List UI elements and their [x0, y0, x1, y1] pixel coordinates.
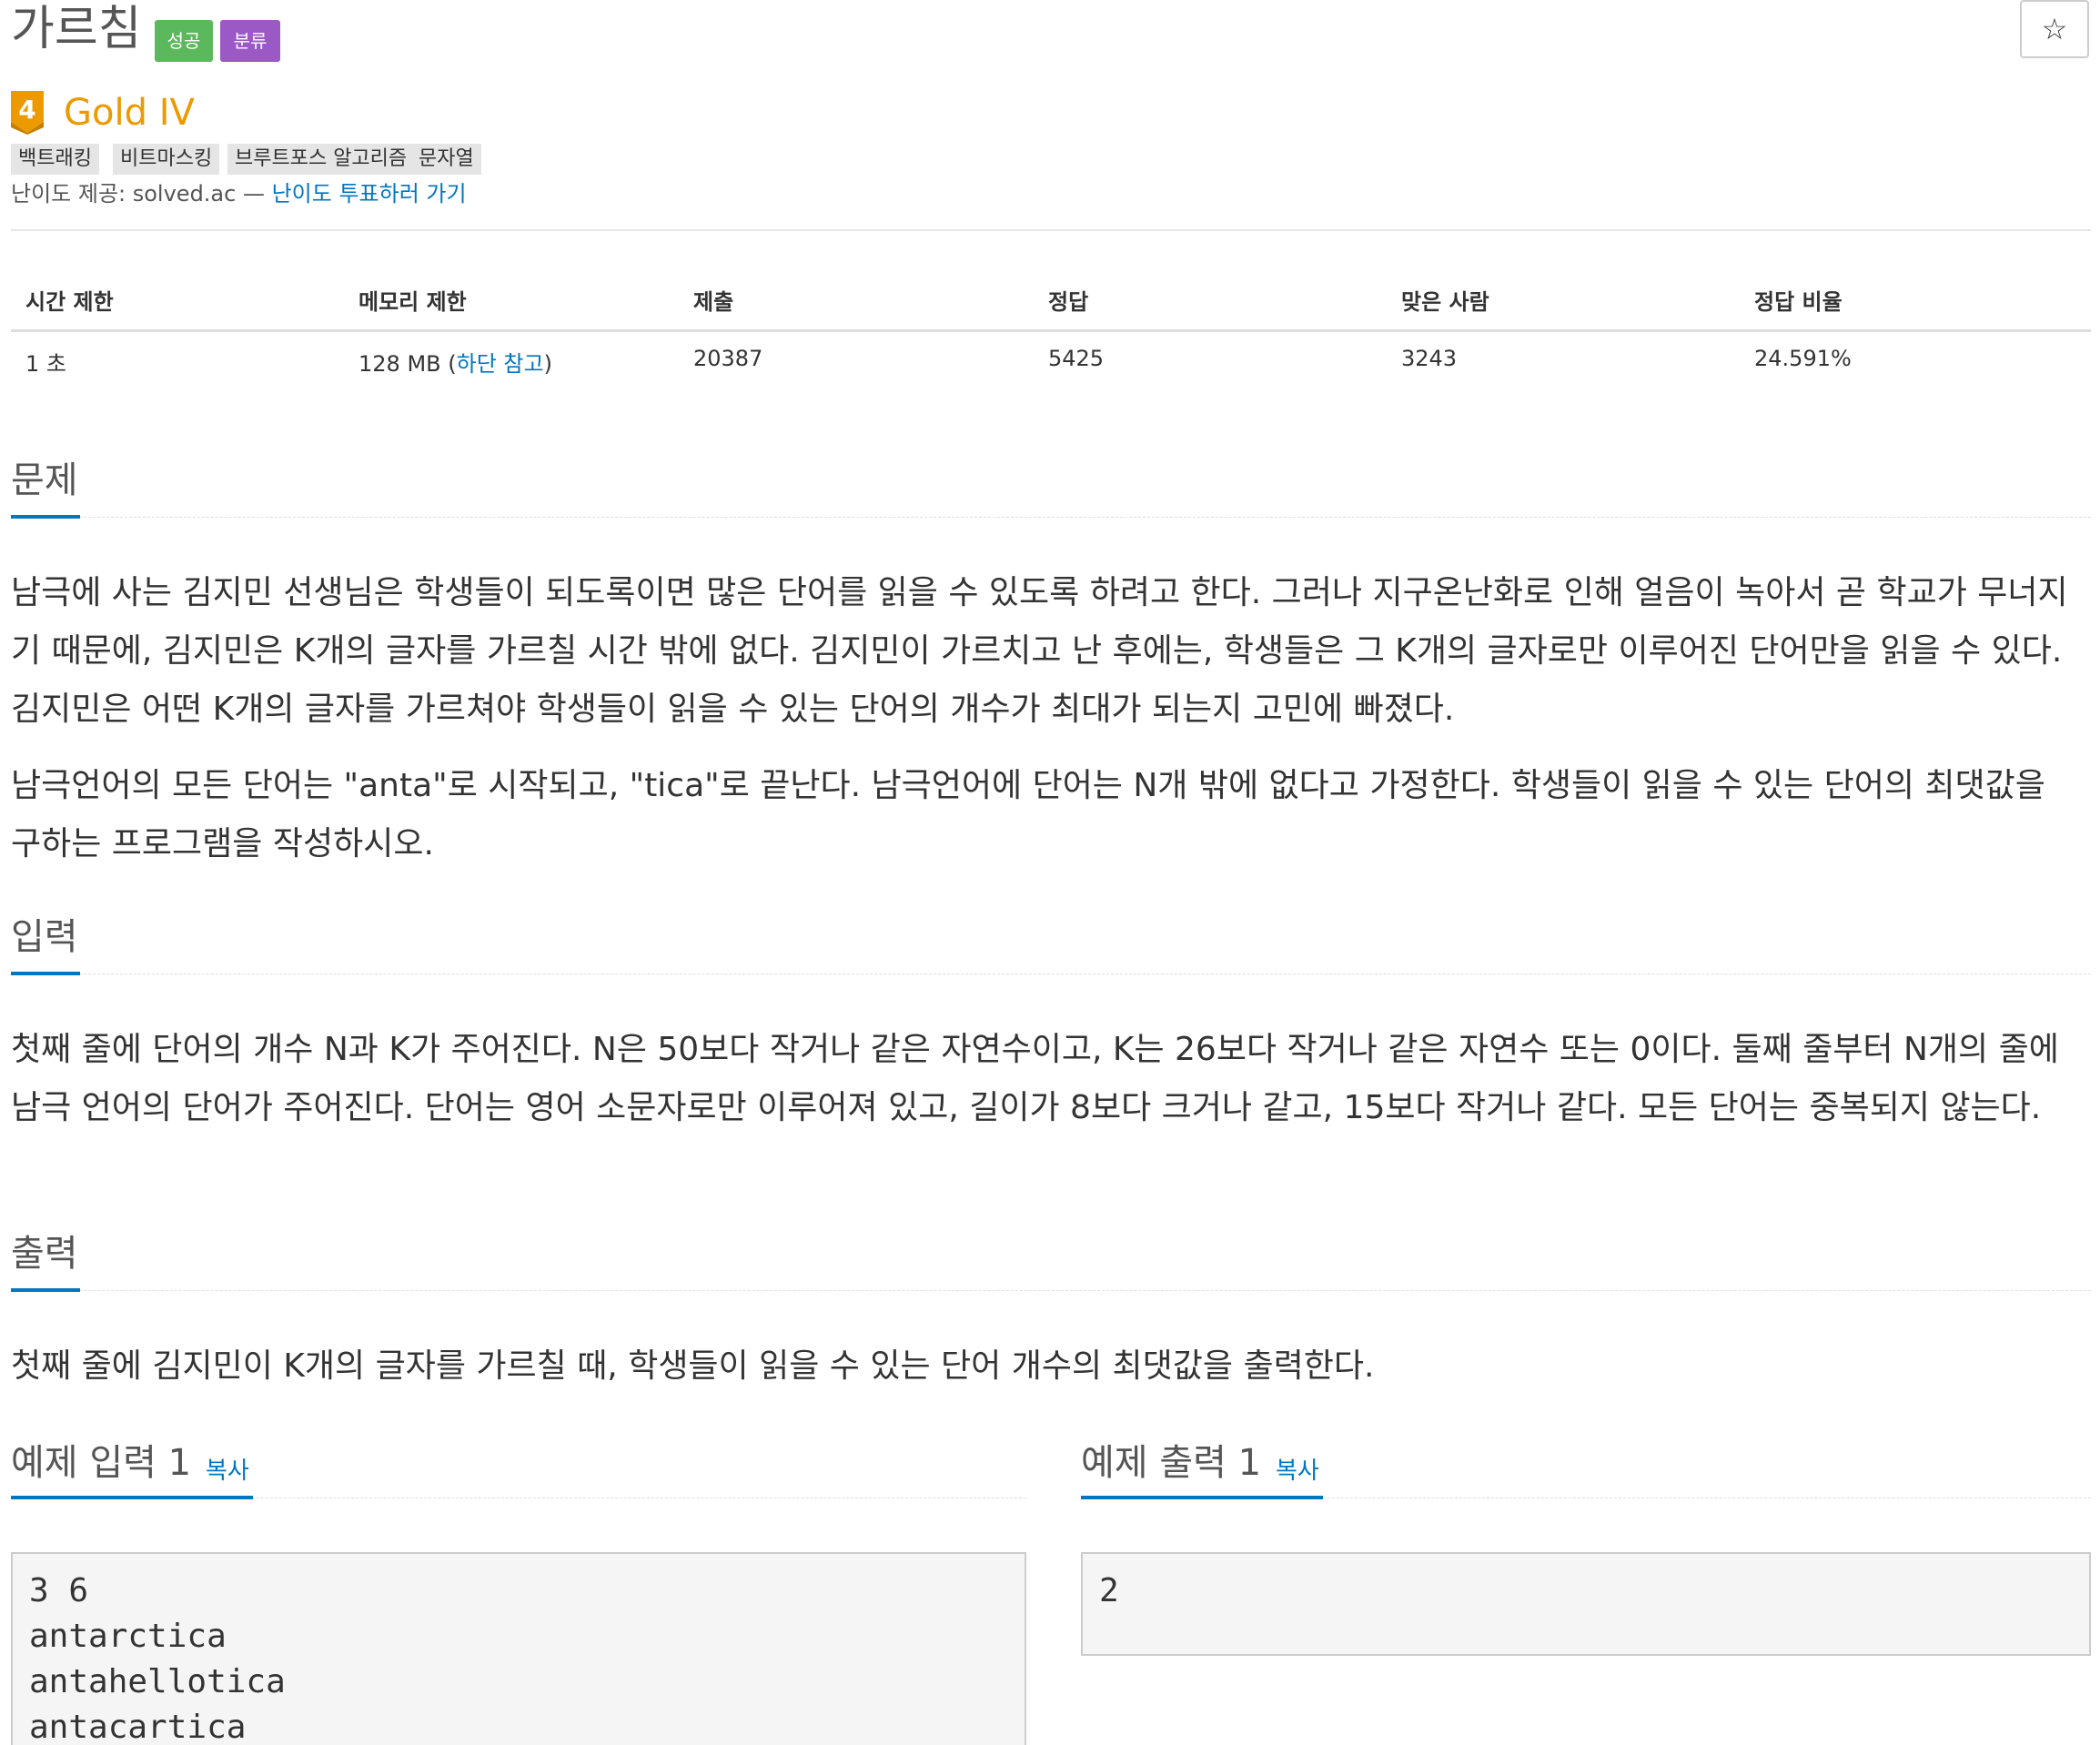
output-description: 첫째 줄에 김지민이 K개의 글자를 가르칠 때, 학생들이 읽을 수 있는 단…	[11, 1347, 1375, 1385]
problem-header: 가르침 성공 분류 ☆	[9, 0, 2091, 64]
memory-limit-suffix: )	[543, 351, 552, 377]
tag-string[interactable]: 문자열	[411, 144, 481, 175]
favorite-star-button[interactable]: ☆	[2020, 0, 2089, 58]
solvers-value: 3243	[1401, 346, 1458, 371]
sample-output-title: 예제 출력 1	[1081, 1442, 1262, 1484]
th-memory-limit: 메모리 제한	[358, 289, 467, 315]
description-section-header: 문제	[11, 455, 2091, 519]
sample-output-box[interactable]: 2	[1081, 1552, 2091, 1656]
input-description: 첫째 줄에 단어의 개수 N과 K가 주어진다. N은 50보다 작거나 같은 …	[11, 1031, 2059, 1126]
tag-bitmasking[interactable]: 비트마스킹	[113, 144, 220, 175]
tier-badge-number: 4	[18, 95, 35, 125]
description-divider	[11, 517, 2091, 518]
info-table-row: 1 초 128 MB (하단 참고) 20387 5425 3243 24.59…	[11, 333, 2091, 391]
description-title: 문제	[11, 459, 78, 501]
description-paragraph-1: 남극에 사는 김지민 선생님은 학생들이 되도록이면 많은 단어를 읽을 수 있…	[11, 574, 2068, 728]
th-ratio: 정답 비율	[1754, 289, 1843, 315]
category-label[interactable]: 분류	[220, 20, 280, 62]
sample-output-copy-button[interactable]: 복사	[1276, 1456, 1319, 1487]
memory-limit-text: 128 MB (	[358, 351, 457, 377]
problem-page: 가르침 성공 분류 ☆ 4 Gold IV 백트래킹 비트마스킹 브루트포스 알…	[0, 0, 2100, 1745]
accepted-value: 5425	[1048, 346, 1105, 371]
sample-output-underline	[1081, 1496, 1323, 1499]
sample-input-copy-button[interactable]: 복사	[206, 1456, 249, 1487]
output-underline	[11, 1288, 80, 1292]
sample-input-title: 예제 입력 1	[11, 1442, 192, 1484]
th-submissions: 제출	[693, 289, 734, 315]
tier-badge-icon: 4	[11, 91, 44, 135]
input-underline	[11, 972, 80, 975]
sample-input-header: 예제 입력 1 복사	[11, 1437, 1026, 1499]
header-divider	[11, 229, 2091, 231]
th-time-limit: 시간 제한	[25, 289, 114, 315]
input-divider	[11, 973, 2091, 974]
tag-backtracking[interactable]: 백트래킹	[11, 144, 99, 175]
problem-title: 가르침	[11, 2, 142, 56]
th-accepted: 정답	[1048, 289, 1089, 315]
tier-name: Gold IV	[64, 92, 195, 134]
memory-note-link[interactable]: 하단 참고	[457, 351, 544, 377]
time-limit-value: 1 초	[25, 351, 66, 377]
output-title: 출력	[11, 1233, 78, 1275]
input-title: 입력	[11, 916, 78, 958]
th-solvers: 맞은 사람	[1401, 289, 1489, 315]
submissions-value: 20387	[693, 346, 763, 371]
tag-bruteforce[interactable]: 브루트포스 알고리즘	[227, 144, 415, 175]
output-divider	[11, 1290, 2091, 1291]
difficulty-vote-link[interactable]: 난이도 투표하러 가기	[272, 181, 467, 207]
ratio-value: 24.591%	[1754, 346, 1852, 371]
sample-input-underline	[11, 1496, 253, 1499]
description-paragraph-2: 남극언어의 모든 단어는 "anta"로 시작되고, "tica"로 끝난다. …	[11, 767, 2045, 862]
difficulty-source-text: 난이도 제공: solved.ac —	[11, 181, 272, 207]
input-section-header: 입력	[11, 912, 2091, 975]
memory-limit-value: 128 MB (하단 참고)	[358, 346, 552, 378]
output-section-header: 출력	[11, 1228, 2091, 1292]
difficulty-source: 난이도 제공: solved.ac — 난이도 투표하러 가기	[11, 178, 467, 209]
info-table-header: 시간 제한 메모리 제한 제출 정답 맞은 사람 정답 비율	[11, 273, 2091, 332]
sample-output-header: 예제 출력 1 복사	[1081, 1437, 2091, 1499]
star-icon: ☆	[2041, 12, 2068, 46]
success-label[interactable]: 성공	[155, 20, 213, 62]
sample-input-box[interactable]: 3 6 antarctica antahellotica antacartica	[11, 1552, 1026, 1745]
description-underline	[11, 515, 80, 519]
